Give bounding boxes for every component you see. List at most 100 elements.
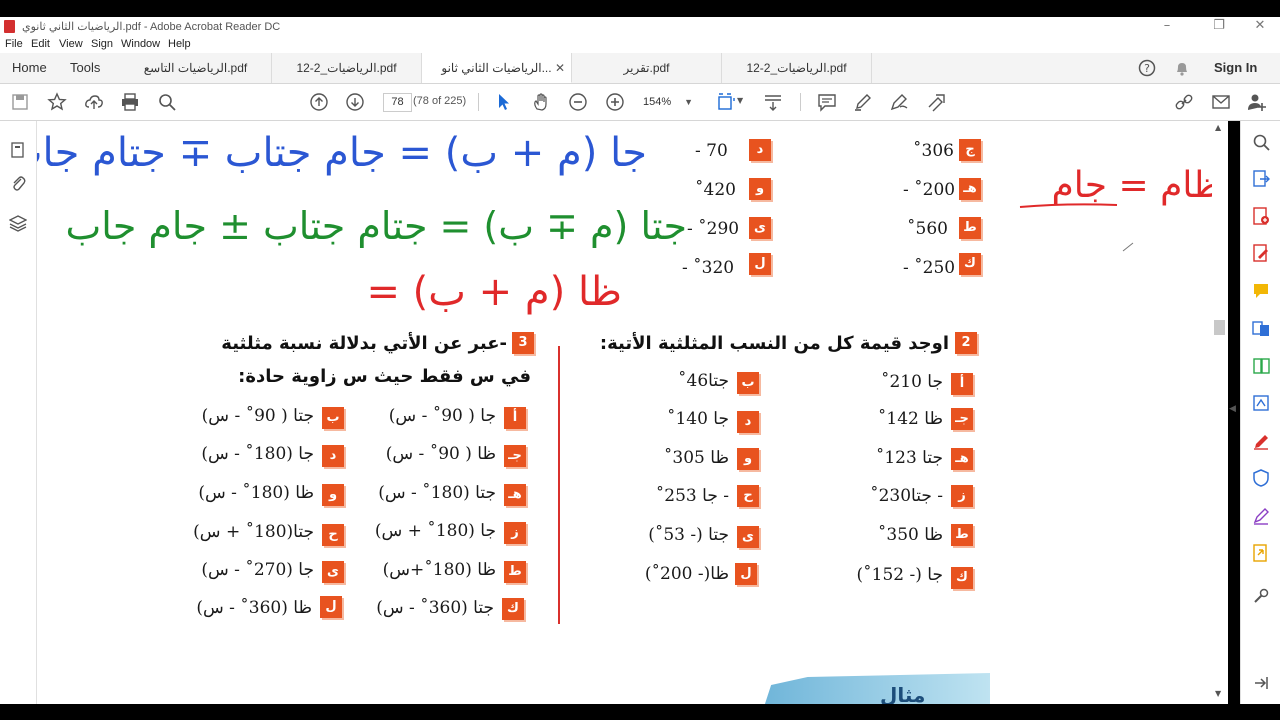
tools-button[interactable]: Tools bbox=[70, 53, 100, 83]
comment-tool-icon[interactable] bbox=[1252, 282, 1270, 300]
zoom-value: 154% bbox=[643, 96, 672, 108]
scroll-up-icon[interactable]: ▲ bbox=[1215, 123, 1221, 132]
item-label-box: ج bbox=[959, 139, 981, 161]
item-label-box: ى bbox=[749, 217, 771, 239]
tab-document-5[interactable]: 12-2_الرياضيات.pdf bbox=[722, 53, 872, 83]
tab-label: 12-2_الرياضيات.pdf bbox=[746, 61, 847, 75]
tab-document-4[interactable]: تقرير.pdf bbox=[572, 53, 722, 83]
item-expression: جا (180˚ - س) bbox=[201, 444, 314, 464]
item-expression: ظا 350˚ bbox=[877, 525, 943, 545]
select-cursor-icon[interactable] bbox=[494, 92, 514, 112]
scrolling-mode-icon[interactable] bbox=[763, 92, 783, 112]
item-expression: جا (- 152˚) bbox=[856, 565, 943, 585]
fit-page-icon[interactable] bbox=[716, 92, 736, 112]
previous-page-icon[interactable] bbox=[309, 92, 329, 112]
section-3-heading-line-2: في س فقط حيث س زاوية حادة: bbox=[238, 366, 531, 387]
email-icon[interactable] bbox=[1211, 92, 1231, 112]
tab-label: تقرير.pdf bbox=[623, 61, 670, 75]
item-expression: ظا 305˚ bbox=[663, 448, 729, 468]
send-for-signature-icon[interactable] bbox=[1252, 507, 1270, 525]
item-label-box: د bbox=[322, 445, 344, 467]
vertical-scrollbar[interactable]: ▲ ▼ bbox=[1212, 121, 1228, 704]
tab-bar: Home Tools الرياضيات التاسع.pdf 12-2_الر… bbox=[0, 53, 1280, 84]
help-icon[interactable]: ? bbox=[1138, 59, 1156, 77]
attachment-paperclip-icon[interactable] bbox=[9, 174, 27, 192]
home-button[interactable]: Home bbox=[12, 53, 47, 83]
tab-label: الرياضيات الثاني ثانو... bbox=[441, 61, 552, 75]
fit-chevron-icon[interactable]: ▼ bbox=[737, 96, 743, 105]
zoom-select[interactable]: 154% ▼ bbox=[643, 93, 701, 111]
restore-icon[interactable]: ❐ bbox=[1209, 18, 1229, 33]
close-tab-icon[interactable]: ✕ bbox=[555, 53, 565, 82]
item-expression: 290˚ - bbox=[687, 219, 740, 239]
left-navigation-rail: ◀ bbox=[0, 121, 47, 704]
scroll-down-icon[interactable]: ▼ bbox=[1215, 689, 1221, 698]
protect-shield-icon[interactable] bbox=[1252, 469, 1270, 487]
menu-help[interactable]: Help bbox=[168, 38, 191, 50]
section-number-box: 3 bbox=[512, 332, 534, 354]
export-pdf-icon[interactable] bbox=[1252, 170, 1270, 188]
item-label-box: ز bbox=[951, 485, 973, 507]
item-expression: ظا (360˚ - س) bbox=[196, 598, 312, 618]
notification-bell-icon[interactable] bbox=[1173, 59, 1191, 77]
sign-in-button[interactable]: Sign In bbox=[1214, 53, 1257, 83]
create-pdf-icon[interactable] bbox=[1252, 207, 1270, 225]
zoom-out-icon[interactable] bbox=[568, 92, 588, 112]
comment-icon[interactable] bbox=[817, 92, 837, 112]
draw-tool-icon[interactable] bbox=[889, 92, 909, 112]
print-icon[interactable] bbox=[120, 92, 140, 112]
item-label-box: ب bbox=[737, 372, 759, 394]
item-expression: ظا (180˚ - س) bbox=[198, 483, 314, 503]
menu-sign[interactable]: Sign bbox=[91, 38, 113, 50]
combine-files-icon[interactable] bbox=[1252, 319, 1270, 337]
redact-icon[interactable] bbox=[1252, 394, 1270, 412]
menu-window[interactable]: Window bbox=[121, 38, 160, 50]
share-link-icon[interactable] bbox=[1174, 92, 1194, 112]
item-expression: جا 140˚ bbox=[666, 409, 729, 429]
chevron-down-icon: ▼ bbox=[684, 97, 693, 107]
search-icon[interactable] bbox=[157, 92, 177, 112]
add-user-icon[interactable] bbox=[1247, 92, 1267, 112]
expand-panel-icon[interactable] bbox=[1252, 674, 1270, 692]
layers-icon[interactable] bbox=[9, 214, 27, 232]
send-file-icon[interactable] bbox=[1252, 544, 1270, 562]
scrollbar-thumb[interactable] bbox=[1214, 320, 1225, 335]
menu-edit[interactable]: Edit bbox=[31, 38, 50, 50]
sign-tool-icon[interactable] bbox=[926, 92, 946, 112]
item-label-box: و bbox=[749, 178, 771, 200]
fill-sign-icon[interactable] bbox=[1252, 432, 1270, 450]
example-badge-label: مثال bbox=[880, 683, 926, 704]
minimize-icon[interactable]: – bbox=[1157, 18, 1177, 33]
item-label-box: و bbox=[737, 448, 759, 470]
upload-cloud-icon[interactable] bbox=[84, 92, 104, 112]
more-tools-icon[interactable] bbox=[1252, 587, 1270, 605]
item-label-box: أ bbox=[951, 373, 973, 395]
bookmark-star-icon[interactable] bbox=[47, 92, 67, 112]
save-icon[interactable] bbox=[10, 92, 30, 112]
hand-tool-icon[interactable] bbox=[531, 92, 551, 112]
tab-document-1[interactable]: الرياضيات التاسع.pdf bbox=[120, 53, 272, 83]
item-expression: - جا 253˚ bbox=[655, 486, 729, 506]
toolbar-divider bbox=[800, 93, 801, 111]
collapse-right-panel-icon[interactable]: ◀ bbox=[1229, 404, 1236, 414]
close-window-icon[interactable]: ✕ bbox=[1250, 18, 1270, 33]
zoom-search-icon[interactable] bbox=[1252, 133, 1270, 151]
item-label-box: هـ bbox=[959, 178, 981, 200]
highlight-pen-icon[interactable] bbox=[853, 92, 873, 112]
organize-pages-icon[interactable] bbox=[1252, 357, 1270, 375]
item-label-box: ب bbox=[322, 407, 344, 429]
next-page-icon[interactable] bbox=[345, 92, 365, 112]
edit-pdf-icon[interactable] bbox=[1252, 244, 1270, 262]
item-expression: جا (270˚ - س) bbox=[201, 560, 314, 580]
menu-file[interactable]: File bbox=[5, 38, 23, 50]
example-badge: مثال bbox=[762, 673, 990, 704]
tab-document-3[interactable]: الرياضيات الثاني ثانو... ✕ bbox=[422, 53, 572, 83]
item-expression: ظا ( 90˚ - س) bbox=[385, 444, 496, 464]
item-expression: - جتا230˚ bbox=[870, 486, 943, 506]
zoom-in-icon[interactable] bbox=[605, 92, 625, 112]
page-thumbnails-icon[interactable] bbox=[9, 141, 27, 159]
tab-document-2[interactable]: 12-2_الرياضيات.pdf bbox=[272, 53, 422, 83]
item-expression: جتا (- 53˚) bbox=[648, 525, 729, 545]
page-number-input[interactable]: 78 bbox=[383, 93, 412, 112]
menu-view[interactable]: View bbox=[59, 38, 83, 50]
